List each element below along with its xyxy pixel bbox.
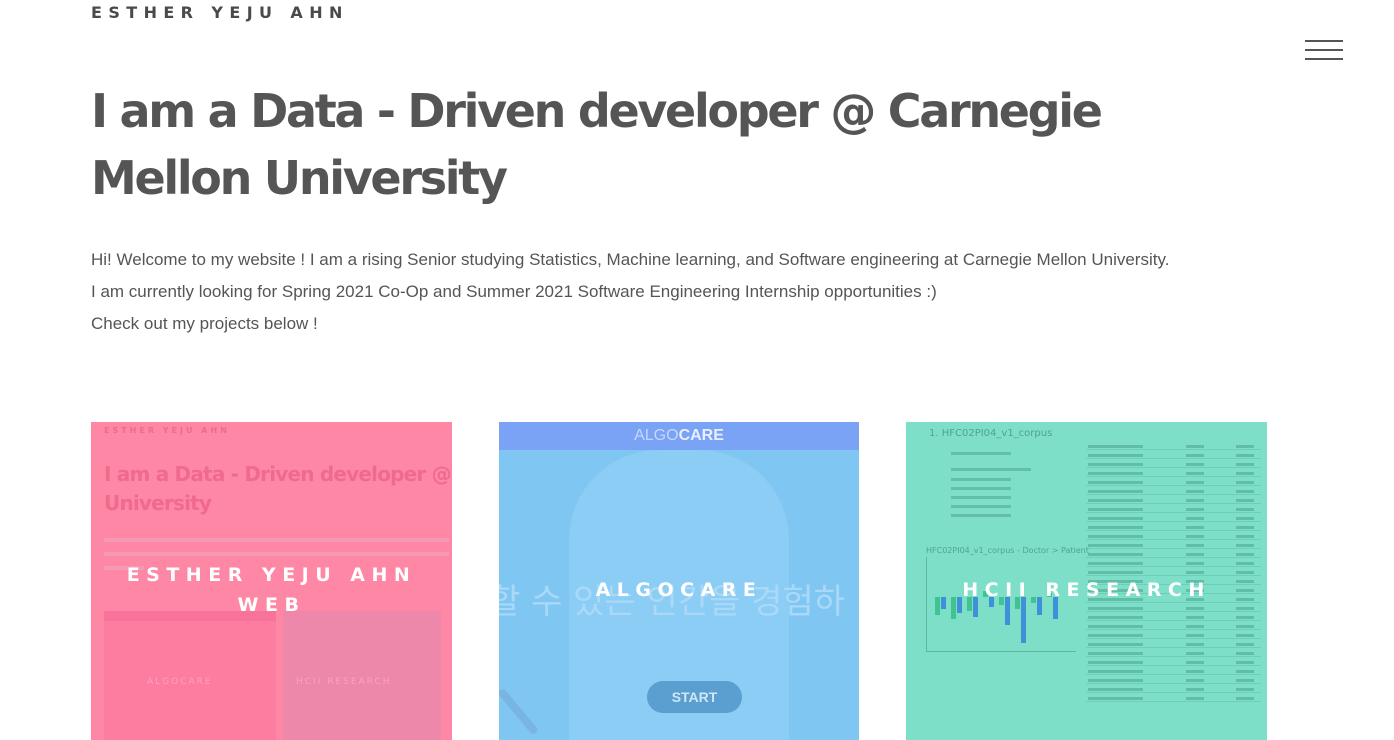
preview-text-line xyxy=(104,552,449,556)
preview-chart-title: HFC02PI04_v1_corpus - Doctor > Patient xyxy=(926,546,1089,555)
preview-tile-label: HCII RESEARCH xyxy=(296,677,392,687)
preview-tile-label: ALGOCARE xyxy=(147,677,213,687)
project-card-esther-web[interactable]: ESTHER YEJU AHN I am a Data - Driven dev… xyxy=(91,422,452,740)
intro-line-2: I am currently looking for Spring 2021 C… xyxy=(91,282,937,301)
menu-line xyxy=(1305,40,1343,42)
preview-text-line xyxy=(951,514,1011,517)
pen-shape xyxy=(499,687,539,736)
project-card-algocare[interactable]: ALGOCARE 할 수 있는 인간을 경험하 START ALGOCARE xyxy=(499,422,859,740)
preview-text-line xyxy=(951,478,1011,481)
preview-table xyxy=(1086,442,1261,703)
logo-light: ALGO xyxy=(634,427,679,444)
preview-tile-algocare xyxy=(104,611,276,740)
hamburger-menu-icon[interactable] xyxy=(1305,40,1343,62)
menu-line xyxy=(1305,58,1343,60)
preview-tile-hcii xyxy=(283,611,441,740)
preview-start-button: START xyxy=(647,681,742,713)
page-headline: I am a Data - Driven developer @ Carnegi… xyxy=(91,84,1103,205)
site-name[interactable]: ESTHER YEJU AHN xyxy=(91,3,349,22)
preview-doc-title: 1. HFC02PI04_v1_corpus xyxy=(929,428,1053,439)
algocare-logo: ALGOCARE xyxy=(634,427,724,444)
project-title: HCII RESEARCH xyxy=(962,579,1211,601)
project-title: ESTHER YEJU AHN WEB xyxy=(126,564,417,616)
intro-text: Hi! Welcome to my website ! I am a risin… xyxy=(91,244,1291,340)
preview-text-line xyxy=(951,487,1011,490)
preview-text-line xyxy=(951,496,1011,499)
preview-text-line xyxy=(951,468,1031,471)
intro-line-1: Hi! Welcome to my website ! I am a risin… xyxy=(91,250,1170,269)
preview-headline-line1: I am a Data - Driven developer @ Carnegi… xyxy=(104,462,452,486)
intro-line-3: Check out my projects below ! xyxy=(91,314,318,333)
project-card-hcii-research[interactable]: 1. HFC02PI04_v1_corpus HFC02PI04_v1_corp… xyxy=(906,422,1267,740)
logo-bold: CARE xyxy=(678,427,724,444)
menu-line xyxy=(1305,49,1343,51)
preview-text-line xyxy=(951,505,1011,508)
preview-headline-line2: University xyxy=(104,491,212,515)
preview-headline: I am a Data - Driven developer @ Carnegi… xyxy=(104,460,452,518)
preview-text-line xyxy=(951,452,1011,455)
preview-navbar: ALGOCARE xyxy=(499,422,859,450)
preview-site-name: ESTHER YEJU AHN xyxy=(104,426,230,435)
project-title: ALGOCARE xyxy=(595,579,763,601)
preview-text-line xyxy=(104,538,449,542)
